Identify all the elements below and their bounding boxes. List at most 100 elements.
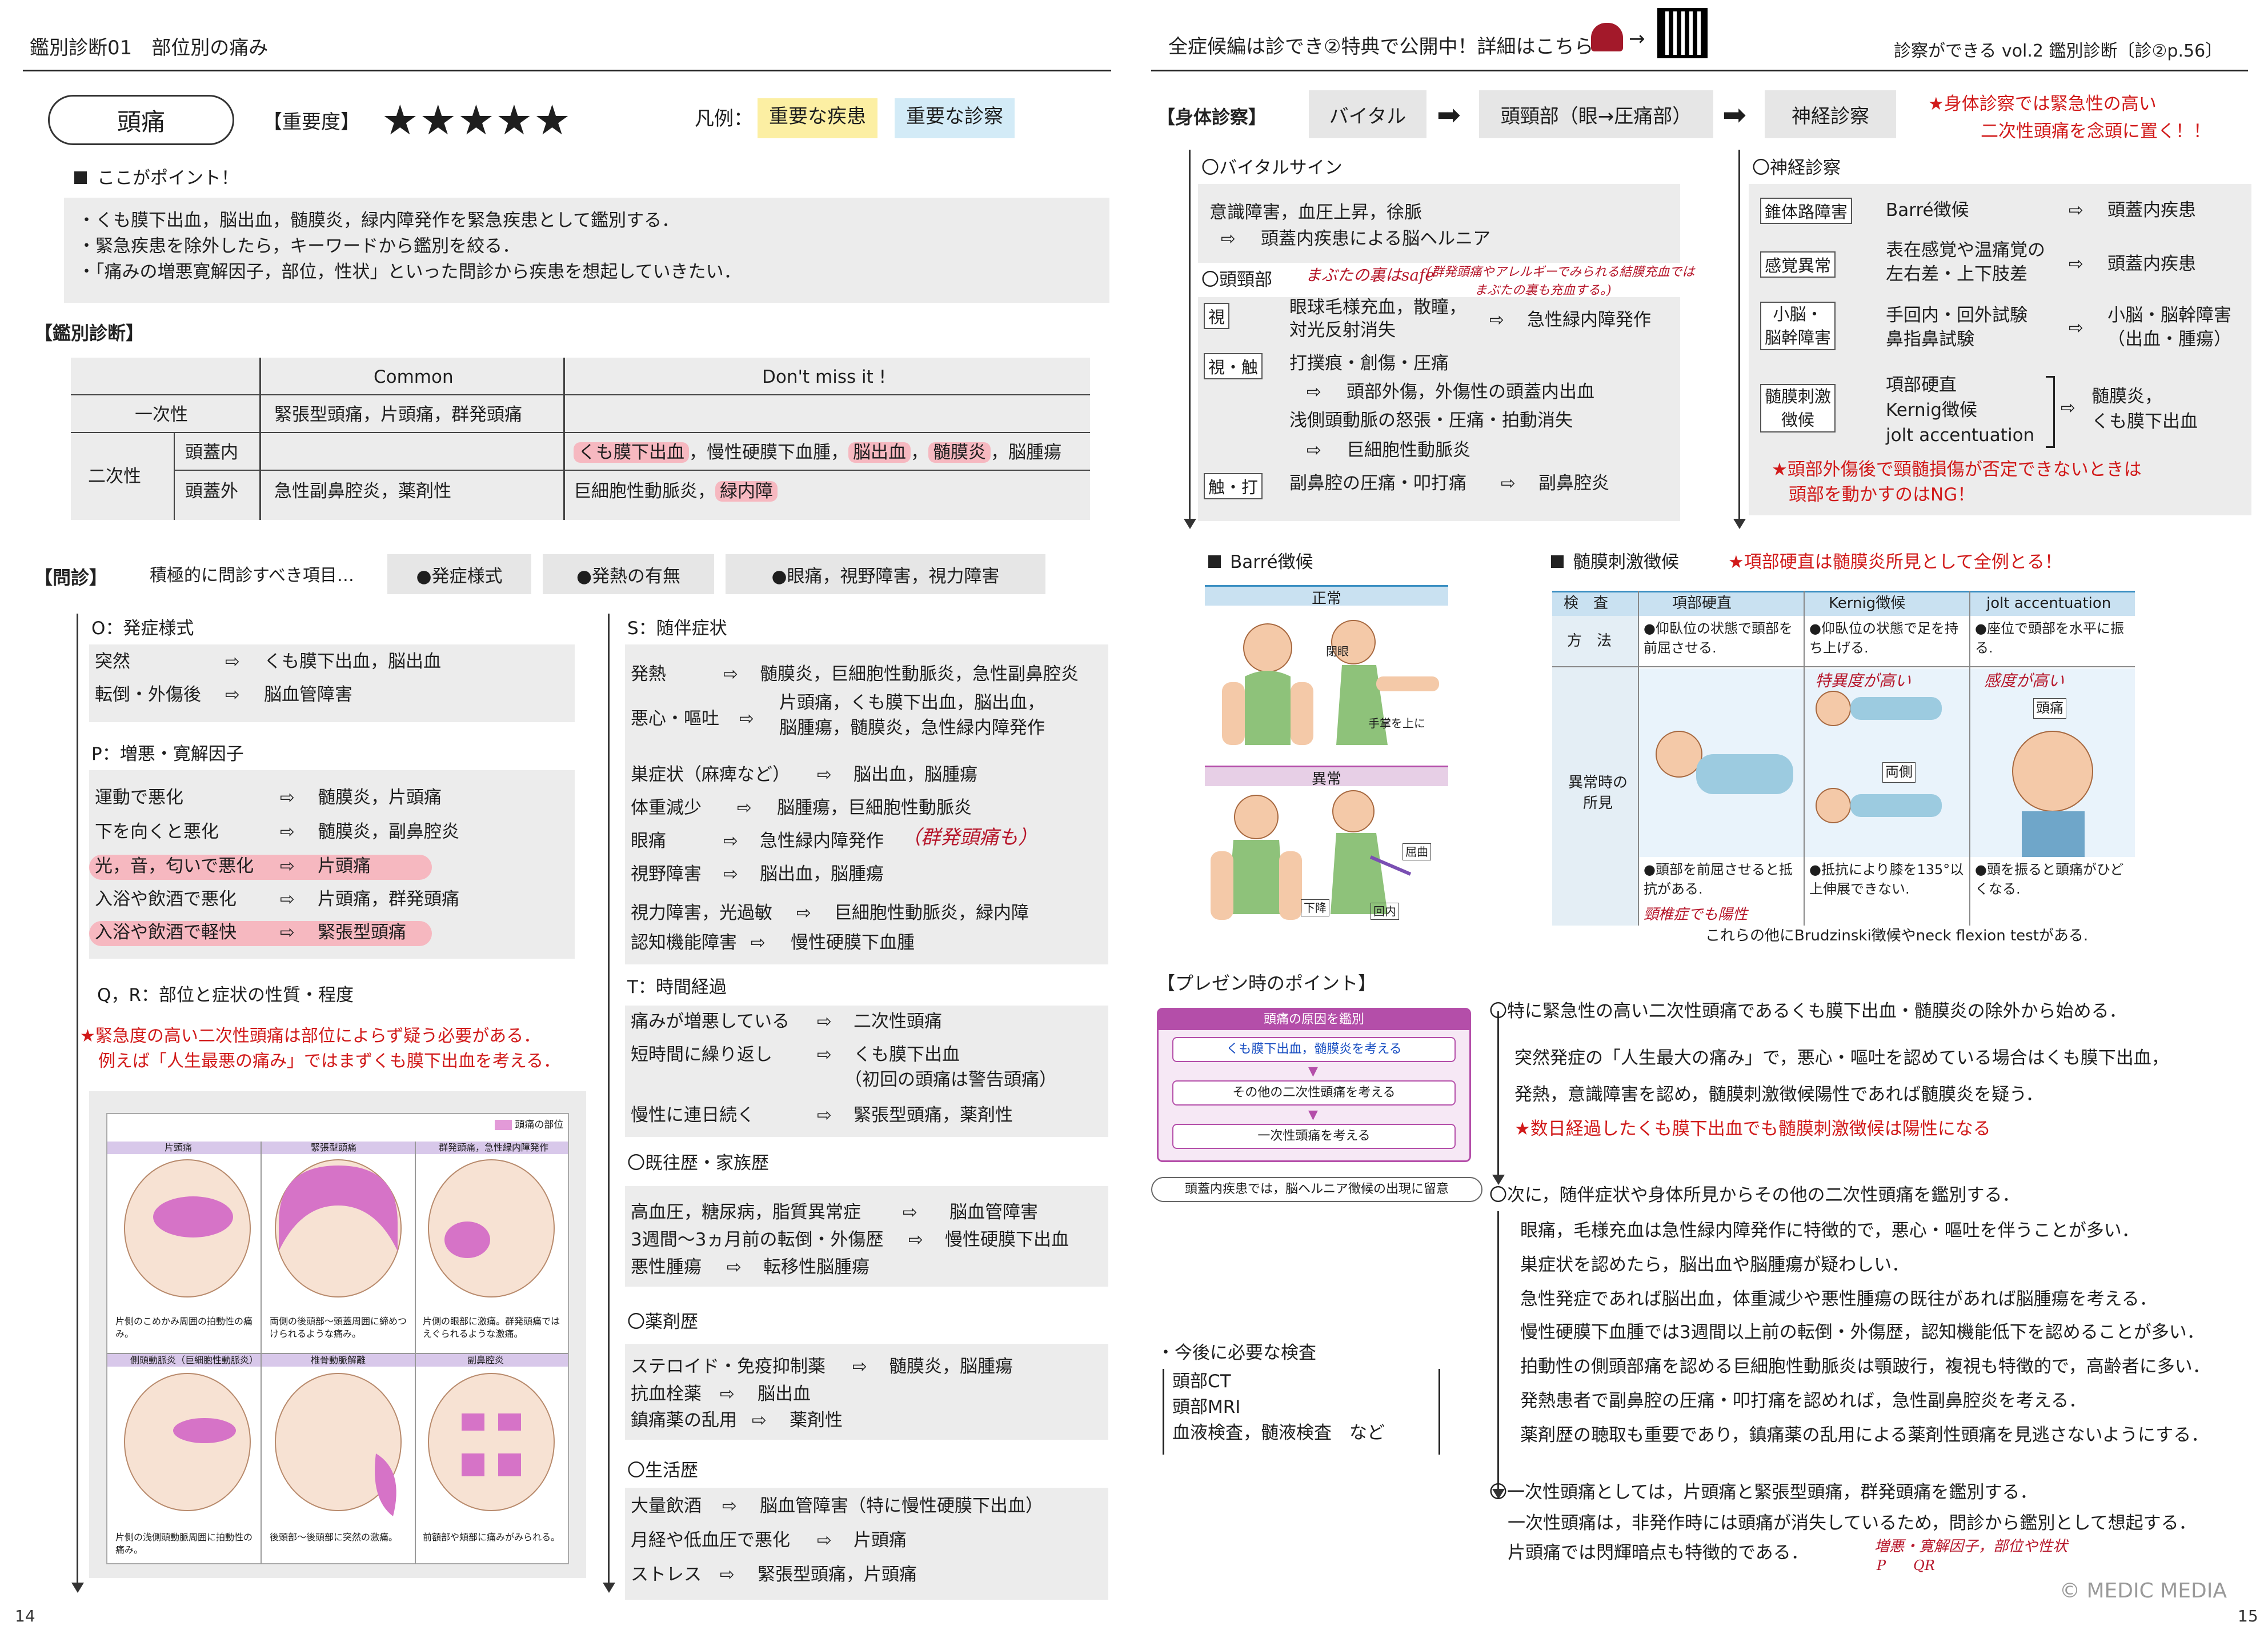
hn-text: 対光反射消失 <box>1289 320 1396 341</box>
figure-label: 両側 <box>1882 762 1916 783</box>
handwritten-note: P QR <box>1877 1557 1935 1573</box>
qr-code-icon[interactable] <box>1657 8 1708 58</box>
point-box: ・くも膜下出血，脳出血，髄膜炎，緑内障発作を緊急疾患として鑑別する． ・緊急疾患… <box>64 198 1109 303</box>
ddx-extra-common: 急性副鼻腔炎，薬剤性 <box>274 481 451 502</box>
arrow-icon: ⇨ <box>903 1202 917 1223</box>
fig-caption: 片側の眼部に激痛。群発頭痛ではえぐられるような激痛。 <box>423 1316 560 1340</box>
hn-result: 巨細胞性動脈炎 <box>1347 440 1470 460</box>
topic-title: 頭痛 <box>48 95 234 145</box>
neuro-result: くも膜下出血 <box>2091 411 2198 432</box>
table-header: jolt accentuation <box>1986 595 2111 612</box>
ddx-text: 巨細胞性動脈炎， <box>574 481 715 502</box>
pe-note: 二次性頭痛を念頭に置く！！ <box>1981 121 2211 142</box>
arrow-right-icon: ➡ <box>1722 98 1746 131</box>
drug-key: 抗血栓薬 <box>631 1384 702 1404</box>
point-line: ・「痛みの増悪寛解因子，部位，性状」といった問診から疾患を想起していきたい． <box>78 261 742 282</box>
exam-tag: 視 <box>1204 303 1230 329</box>
p-key: 下を向くと悪化 <box>95 822 219 842</box>
page-14: 鑑別診断01 部位別の痛み 頭痛 【重要度】 ★★★★★ 凡例： 重要な疾患 重… <box>0 0 1134 1634</box>
handwritten-note: 増悪・寛解因子，部位や性状 <box>1874 1538 2068 1555</box>
qr-note: 例えば「人生最悪の痛み」ではまずくも膜下出血を考える． <box>98 1051 561 1071</box>
life-value: 脳血管障害（特に慢性硬膜下出血） <box>760 1496 1043 1516</box>
neuro-tag-line: 徴候 <box>1781 410 1815 430</box>
hx-value: 慢性硬膜下出血 <box>945 1229 1069 1250</box>
handwritten-note: 感度が高い <box>1984 671 2065 690</box>
hx-key: 悪性腫瘍 <box>631 1257 702 1277</box>
drug-value: 髄膜炎，脳腫瘍 <box>889 1356 1013 1377</box>
bracket <box>2046 376 2055 448</box>
o-value: 脳血管障害 <box>264 684 352 705</box>
arrow-icon: ⇨ <box>796 903 811 923</box>
ddx-extra-dontmiss: 巨細胞性動脈炎， 緑内障 <box>574 479 778 504</box>
mening-footnote: これらの他にBrudzinski徴候やneck flexion testがある. <box>1705 927 2089 944</box>
neuro-test: 項部硬直 <box>1886 375 1957 395</box>
table-cell: ●仰臥位の状態で頭部を前屈させる. <box>1644 620 1793 656</box>
arrow-icon: ⇨ <box>817 1105 832 1126</box>
promo-text: 全症候編は診でき②特典で公開中！詳細はこちら <box>1168 35 1594 58</box>
hn-result: 頭部外傷，外傷性の頭蓋内出血 <box>1347 382 1594 402</box>
o-value: くも膜下出血，脳出血 <box>264 651 441 672</box>
drug-key: 鎮痛薬の乱用 <box>631 1410 737 1431</box>
table-cell: ●頭部を前屈させると抵抗がある. <box>1644 862 1793 897</box>
square-bullet-icon <box>1208 555 1221 568</box>
test-item: 頭部MRI <box>1172 1396 1241 1417</box>
arrow-icon: ⇨ <box>2069 254 2083 274</box>
presen-line: 眼痛，毛様充血は急性緑内障発作に特徴的で，悪心・嘔吐を伴うことが多い． <box>1520 1220 2139 1241</box>
arrow-icon: ⇨ <box>225 651 240 672</box>
hn-box: 視 眼球毛様充血，散瞳， 対光反射消失 ⇨ 急性緑内障発作 視・触 打撲痕・創傷… <box>1198 297 1680 521</box>
arrow-down-icon <box>1733 519 1746 529</box>
ddx-text: ， <box>911 442 928 463</box>
hn-title: 〇頭頸部 <box>1201 270 1272 290</box>
neuro-tag-line: 小脳・ <box>1773 305 1823 324</box>
drug-box: ステロイド・免疫抑制薬 ⇨ 髄膜炎，脳腫瘍 抗血栓薬 ⇨ 脳出血 鎮痛薬の乱用 … <box>625 1344 1108 1440</box>
ich-badge: 脳出血 <box>848 442 911 463</box>
square-bullet-icon <box>74 171 87 184</box>
s-value: 脳出血，脳腫瘍 <box>760 864 884 884</box>
mening-note: ★項部硬直は髄膜炎所見として全例とる！ <box>1728 552 2062 572</box>
s-title: S：随伴症状 <box>627 618 727 639</box>
s-value: 脳腫瘍，巨細胞性動脈炎 <box>777 798 972 818</box>
presen-point: 〇一次性頭痛としては，片頭痛と緊張型頭痛，群発頭痛を鑑別する． <box>1489 1482 2038 1503</box>
point-heading: ここがポイント！ <box>74 166 239 191</box>
life-box: 大量飲酒 ⇨ 脳血管障害（特に慢性硬膜下出血） 月経や低血圧で悪化 ⇨ 片頭痛 … <box>625 1488 1108 1600</box>
p-value: 髄膜炎，片頭痛 <box>318 787 442 808</box>
arrow-icon: ⇨ <box>280 856 295 876</box>
p-title: P：増悪・寛解因子 <box>91 744 244 764</box>
table-cell: ●仰臥位の状態で足を持ち上げる. <box>1809 620 1958 656</box>
arrow-icon: ⇨ <box>720 1564 735 1585</box>
barre-figure: 正常 閉眼 手掌を上に 異常 屈曲 下降 回内 <box>1205 585 1448 936</box>
s-value: 脳出血，脳腫瘍 <box>853 764 977 785</box>
arrow-icon: ⇨ <box>280 787 295 808</box>
life-value: 片頭痛 <box>853 1530 907 1551</box>
arrow-icon: → <box>1629 27 1645 50</box>
book-logo-icon <box>1591 23 1623 51</box>
s-key: 視力障害，光過敏 <box>631 903 772 923</box>
hn-result: 急性緑内障発作 <box>1527 310 1651 330</box>
copyright: © MEDIC MEDIA <box>2059 1579 2227 1603</box>
presen-step: 一次性頭痛を考える <box>1172 1124 1456 1149</box>
fig-legend-text: 頭痛の部位 <box>515 1119 564 1131</box>
handwritten-note: (群発頭痛やアレルギーでみられる結膜充血では <box>1426 265 1695 279</box>
hx-key: 高血圧，糖尿病，脂質異常症 <box>631 1202 861 1223</box>
fig-head-title: 副鼻腔炎 <box>467 1355 504 1365</box>
arrow-icon: ⇨ <box>739 708 754 729</box>
ddx-label: 【鑑別診断】 <box>34 322 145 344</box>
barre-label: 手掌を上に <box>1368 716 1425 730</box>
o-title: O：発症様式 <box>91 618 194 639</box>
handwritten-note: （群発頭痛も） <box>901 826 1037 849</box>
ddx-extra: 頭蓋外 <box>185 481 238 502</box>
arrow-icon: ⇨ <box>280 822 295 842</box>
arrow-icon: ⇨ <box>280 889 295 910</box>
pe-label: 【身体診察】 <box>1157 106 1267 128</box>
presen-line: 急性発症であれば脳出血，体重減少や悪性腫瘍の既往があれば脳腫瘍を考える． <box>1520 1289 2157 1309</box>
table-row-label: 方 法 <box>1567 632 1612 650</box>
barre-normal-label: 正常 <box>1205 585 1448 607</box>
arrow-icon: ⇨ <box>723 831 738 851</box>
s-key: 視野障害 <box>631 864 702 884</box>
t-value: （初回の頭痛は警告頭痛） <box>844 1070 1057 1090</box>
arrow-icon: ⇨ <box>2069 200 2083 221</box>
interview-pill: ●眼痛，視野障害，視力障害 <box>726 554 1045 594</box>
arrow-icon: ⇨ <box>908 1229 923 1250</box>
t-key: 慢性に連日続く <box>631 1105 755 1126</box>
s-key: 発熱 <box>631 664 666 684</box>
